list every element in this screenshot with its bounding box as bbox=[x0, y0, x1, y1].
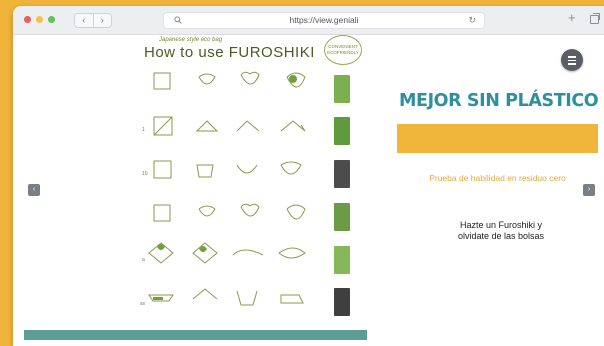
furoshiki-photo-4 bbox=[334, 203, 350, 231]
previous-slide-button[interactable]: ‹ bbox=[28, 184, 40, 196]
menu-icon[interactable] bbox=[561, 49, 583, 71]
tabs-icon[interactable] bbox=[590, 13, 600, 24]
folding-row-1 bbox=[153, 71, 306, 90]
folding-steps-illustration bbox=[148, 71, 306, 306]
presentation-viewer: Japanese style eco bag How to use FUROSH… bbox=[13, 35, 604, 346]
folding-row-5 bbox=[148, 242, 306, 264]
accent-bar bbox=[397, 124, 598, 153]
back-button[interactable]: ‹ bbox=[75, 14, 94, 27]
step-label-5: ss bbox=[140, 301, 145, 307]
reload-icon[interactable]: ↻ bbox=[468, 15, 476, 26]
furoshiki-infographic: Japanese style eco bag How to use FUROSH… bbox=[24, 35, 367, 339]
furoshiki-photo-5 bbox=[334, 246, 350, 274]
folding-row-4 bbox=[153, 203, 306, 222]
address-url: https://view.geniali bbox=[289, 15, 359, 25]
navigation-buttons: ‹ › bbox=[74, 13, 112, 28]
slide-body-text: Hazte un Furoshiki y olvidate de las bol… bbox=[457, 220, 545, 241]
slide-subheading: Prueba de habilidad en residuo cero bbox=[429, 173, 566, 183]
furoshiki-title: How to use FUROSHIKI bbox=[144, 44, 315, 61]
eco-badge: CONVENIENT ECOFRIENDLY bbox=[324, 35, 362, 65]
step-label-1: 1 bbox=[142, 127, 145, 133]
furoshiki-photo-6 bbox=[334, 288, 350, 316]
folding-row-3 bbox=[153, 160, 302, 179]
folding-row-6 bbox=[148, 288, 304, 306]
furoshiki-photo-2 bbox=[334, 117, 350, 145]
furoshiki-photo-3 bbox=[334, 160, 350, 188]
browser-window: ‹ › https://view.geniali ↻ + Japanese st… bbox=[13, 6, 604, 346]
step-label-4: a bbox=[142, 257, 145, 263]
minimize-window-button[interactable] bbox=[36, 16, 43, 23]
maximize-window-button[interactable] bbox=[48, 16, 55, 23]
new-tab-button[interactable]: + bbox=[568, 11, 576, 24]
browser-titlebar: ‹ › https://view.geniali ↻ + bbox=[13, 6, 604, 35]
slide-heading: MEJOR SIN PLÁSTICO bbox=[399, 91, 599, 111]
step-label-2: 10 bbox=[142, 171, 148, 177]
furoshiki-subtitle: Japanese style eco bag bbox=[159, 37, 223, 43]
close-window-button[interactable] bbox=[24, 16, 31, 23]
next-slide-button[interactable]: › bbox=[583, 184, 595, 196]
folding-row-2 bbox=[153, 116, 306, 136]
furoshiki-photo-1 bbox=[334, 75, 350, 103]
address-bar[interactable]: https://view.geniali ↻ bbox=[163, 12, 485, 29]
forward-button[interactable]: › bbox=[94, 14, 112, 27]
